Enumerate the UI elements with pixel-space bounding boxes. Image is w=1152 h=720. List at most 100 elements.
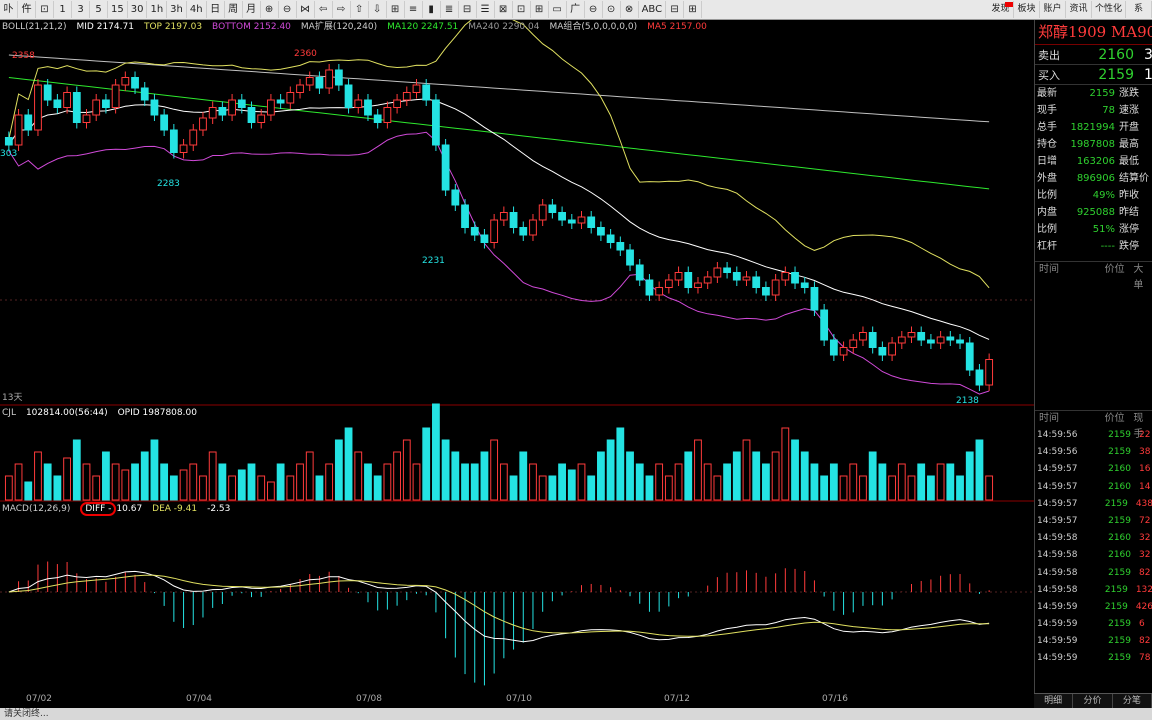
toolbar-button-27[interactable]: ⊠ [495, 1, 513, 18]
tab-1[interactable]: 分价 [1073, 694, 1113, 709]
toolbar-button-12[interactable]: 周 [225, 1, 243, 18]
toolbar-button-3[interactable]: 1 [54, 1, 72, 18]
candle-body [441, 144, 450, 191]
toolbar-button-2[interactable]: ⊡ [36, 1, 54, 18]
toolbar-menu-1[interactable]: 板块 [1014, 1, 1040, 18]
toolbar-button-10[interactable]: 4h [187, 1, 207, 18]
toolbar-button-13[interactable]: 月 [243, 1, 261, 18]
tick-row[interactable]: 14:59:56 2159 38 [1035, 444, 1152, 461]
volume-bar [694, 439, 702, 501]
toolbar-button-35[interactable]: ABC [639, 1, 667, 18]
buy-quote[interactable]: 买入 2159 1 [1035, 65, 1152, 85]
toolbar-button-30[interactable]: ▭ [549, 1, 567, 18]
quote-stats: 最新 2159 涨跌 现手 78 速涨 总手 1821994 开盘 持仓 1987808 最高 日增 16… [1035, 85, 1152, 255]
toolbar-button-32[interactable]: ⊖ [585, 1, 603, 18]
candle-body [499, 212, 508, 221]
tab-0[interactable]: 明细 [1034, 694, 1074, 709]
price-annotation-low: 2231 [422, 256, 445, 266]
volume-bar [315, 475, 324, 501]
tick-row[interactable]: 14:59:58 2160 32 [1035, 547, 1152, 564]
volume-bar [674, 463, 683, 501]
tick-price: 2160 [1108, 550, 1131, 561]
toolbar-button-14[interactable]: ⊕ [261, 1, 279, 18]
tick-price: 2159 [1108, 653, 1131, 664]
toolbar-button-33[interactable]: ⊙ [603, 1, 621, 18]
days-label: 13天 [2, 393, 22, 403]
chart-area[interactable]: 2358 2360 2283 2231 2138 303 13天 BOLL(21,21,2)… [0, 10, 1034, 696]
tick-row[interactable]: 14:59:57 2160 16 [1035, 461, 1152, 478]
toolbar-button-26[interactable]: ☰ [477, 1, 495, 18]
toolbar-button-23[interactable]: ▮ [423, 1, 441, 18]
volume-bar [965, 451, 974, 501]
volume-bar [140, 451, 149, 501]
toolbar-button-4[interactable]: 3 [72, 1, 90, 18]
sell-volume: 3 [1134, 47, 1152, 63]
toolbar-button-37[interactable]: ⊞ [684, 1, 703, 18]
toolbar-button-15[interactable]: ⊖ [279, 1, 297, 18]
toolbar-button-19[interactable]: ⇧ [351, 1, 369, 18]
toolbar-button-18[interactable]: ⇨ [333, 1, 351, 18]
candle-body [732, 272, 741, 281]
toolbar-button-21[interactable]: ⊞ [387, 1, 405, 18]
toolbar-menu-4[interactable]: 个性化 [1092, 1, 1126, 18]
candle-body [655, 287, 664, 296]
toolbar-button-24[interactable]: ≣ [441, 1, 459, 18]
tick-row[interactable]: 14:59:57 2160 14 [1035, 479, 1152, 496]
toolbar-button-0[interactable]: 卟 [0, 1, 18, 18]
volume-bar [927, 475, 935, 501]
stat-row: 日增 163206 最低 [1035, 153, 1152, 170]
tick-time: 14:59:57 [1037, 464, 1078, 475]
toolbar-button-29[interactable]: ⊞ [531, 1, 549, 18]
toolbar-menu-3[interactable]: 资讯 [1066, 1, 1092, 18]
toolbar-button-22[interactable]: ≡ [405, 1, 423, 18]
tick-row[interactable]: 14:59:59 2159 6 [1035, 616, 1152, 633]
stat-value: 1821994 [1070, 122, 1115, 133]
candle-body [645, 279, 654, 296]
tick-row[interactable]: 14:59:58 2159 132 [1035, 582, 1152, 599]
tick-list[interactable]: 14:59:56 2159 22 14:59:56 2159 38 14:59:57 2160… [1035, 427, 1152, 668]
stat-label: 日增 [1037, 156, 1057, 167]
header-time: 时间 [1039, 413, 1059, 424]
tick-row[interactable]: 14:59:59 2159 78 [1035, 650, 1152, 667]
kline-chart[interactable]: 2358 2360 2283 2231 2138 303 13天 [0, 10, 1034, 696]
candle-body [936, 336, 945, 344]
sell-quote[interactable]: 卖出 2160 3 [1035, 45, 1152, 65]
volume-bar [383, 463, 392, 501]
toolbar-button-25[interactable]: ⊟ [459, 1, 477, 18]
stat-value: 78 [1102, 105, 1115, 116]
toolbar-button-17[interactable]: ⇦ [315, 1, 333, 18]
toolbar-button-34[interactable]: ⊗ [621, 1, 639, 18]
toolbar-button-9[interactable]: 3h [167, 1, 187, 18]
tick-row[interactable]: 14:59:57 2159 72 [1035, 513, 1152, 530]
tick-qty: 32 [1139, 533, 1151, 544]
toolbar-button-31[interactable]: 广 [567, 1, 585, 18]
tick-row[interactable]: 14:59:58 2160 32 [1035, 530, 1152, 547]
volume-bar [267, 481, 275, 501]
toolbar-button-20[interactable]: ⇩ [369, 1, 387, 18]
toolbar-button-7[interactable]: 30 [128, 1, 148, 18]
toolbar-button-28[interactable]: ⊡ [513, 1, 531, 18]
toolbar-button-16[interactable]: ⋈ [297, 1, 315, 18]
toolbar-menu-0[interactable]: 发现 [988, 1, 1014, 18]
candle-body [538, 204, 547, 221]
tick-row[interactable]: 14:59:56 2159 22 [1035, 427, 1152, 444]
buy-volume: 1 [1134, 67, 1152, 83]
tick-row[interactable]: 14:59:59 2159 82 [1035, 633, 1152, 650]
volume-bar [975, 439, 984, 501]
toolbar-button-5[interactable]: 5 [90, 1, 108, 18]
toolbar-button-36[interactable]: ⊟ [666, 1, 685, 18]
candle-body [199, 117, 207, 131]
toolbar-button-6[interactable]: 15 [108, 1, 128, 18]
tick-row[interactable]: 14:59:57 2159 438 [1035, 496, 1152, 513]
toolbar-button-1[interactable]: 仵 [18, 1, 36, 18]
toolbar-button-8[interactable]: 1h [147, 1, 168, 18]
tick-price: 2159 [1108, 636, 1131, 647]
candle-body [956, 339, 964, 344]
tick-row[interactable]: 14:59:59 2159 426 [1035, 599, 1152, 616]
toolbar-menu-5[interactable]: 系 [1126, 1, 1152, 18]
toolbar-button-11[interactable]: 日 [207, 1, 225, 18]
volume-bar [509, 475, 518, 501]
toolbar-menu-2[interactable]: 账户 [1040, 1, 1066, 18]
tick-row[interactable]: 14:59:58 2159 82 [1035, 565, 1152, 582]
tab-2[interactable]: 分笔 [1113, 694, 1152, 709]
